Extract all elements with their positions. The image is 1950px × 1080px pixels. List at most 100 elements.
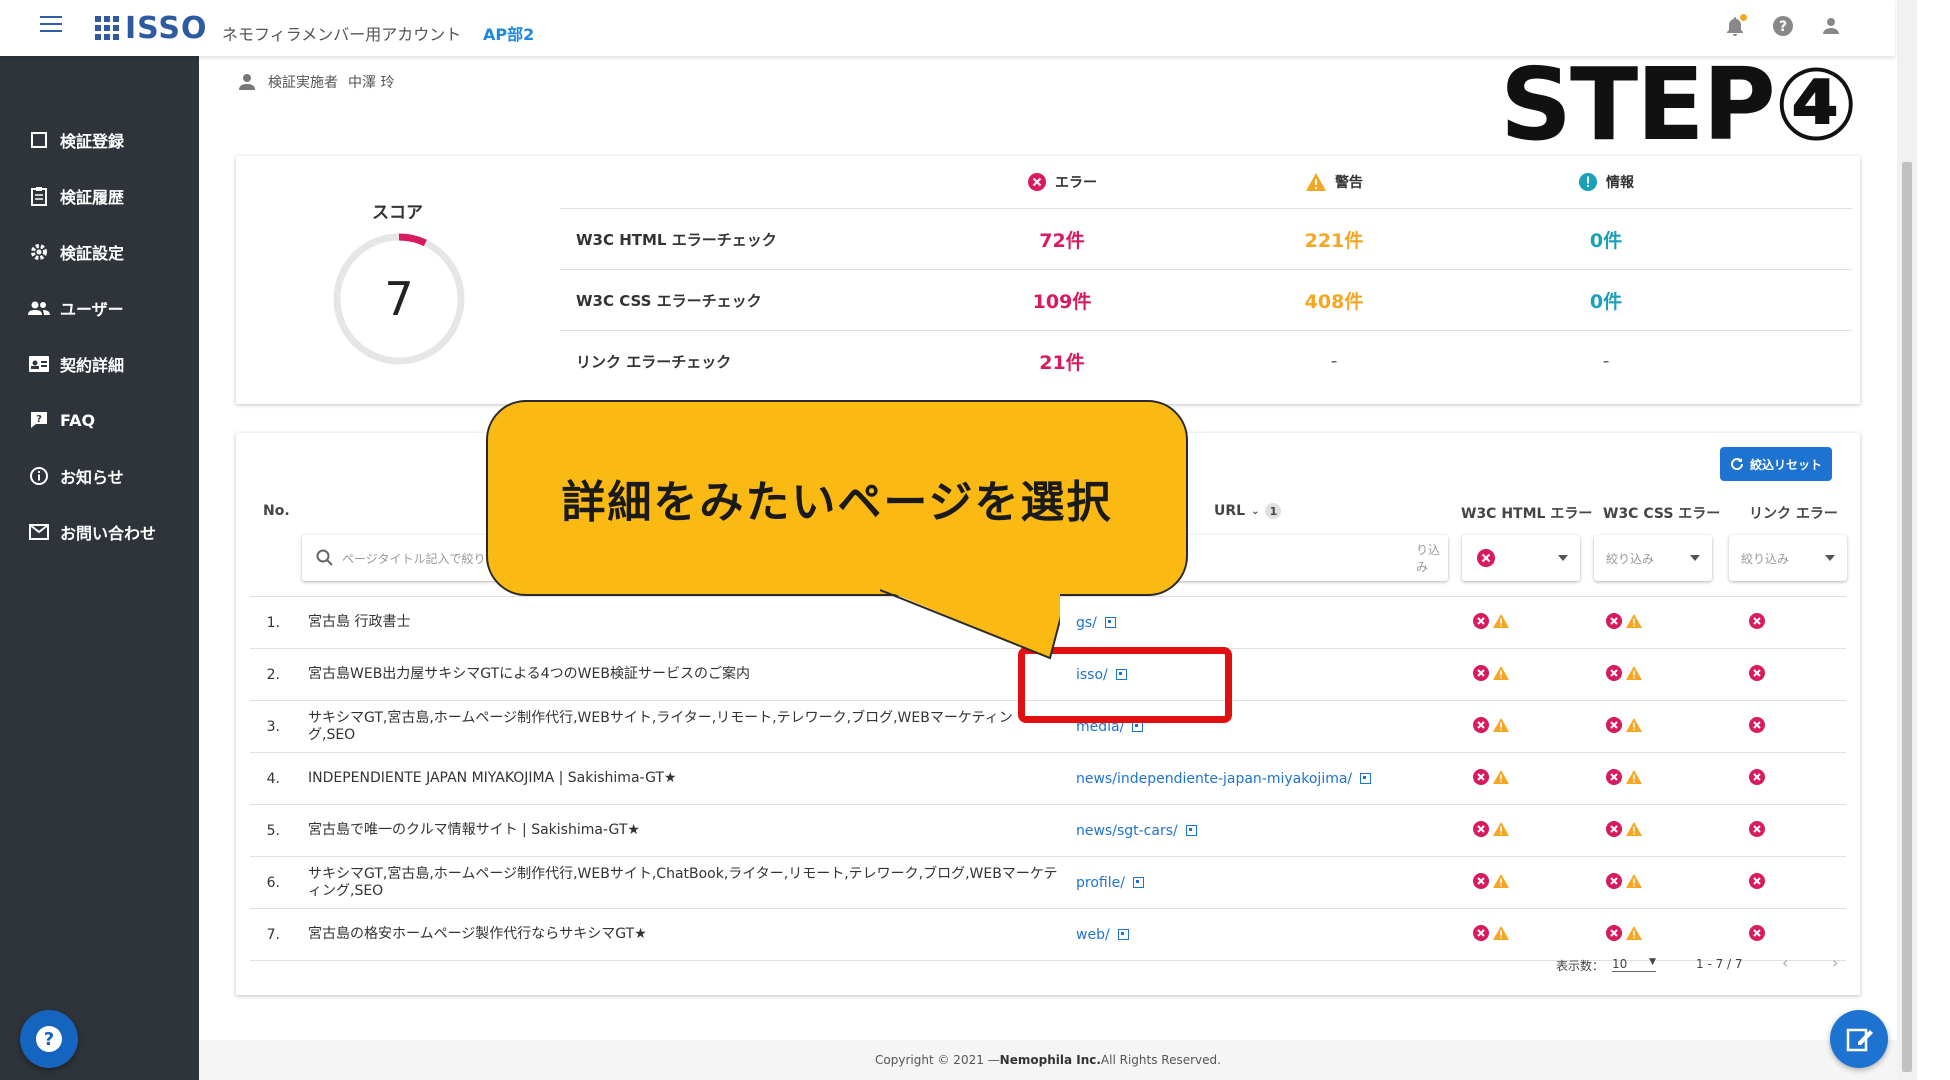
row-number: 7. [266,926,280,943]
row-title: サキシマGT,宮古島,ホームページ制作代行,WEBサイト,ライター,リモート,テ… [308,709,1013,743]
error-icon [1028,173,1046,191]
warning-icon [1625,925,1643,945]
sidebar-item-register[interactable]: 検証登録 [0,112,199,168]
error-icon [1748,768,1766,790]
prev-page-button[interactable]: ‹ [1782,953,1788,972]
step-label: STEP④ [1500,46,1859,163]
account-name: ネモフィラメンバー用アカウント [222,25,462,44]
svg-text:?: ? [44,1029,54,1050]
table-row[interactable]: 4. INDEPENDIENTE JAPAN MIYAKOJIMA | Sakis… [250,752,1846,804]
sidebar-item-contact[interactable]: お問い合わせ [0,504,199,560]
refresh-icon [1731,458,1743,471]
row-url-text: news/sgt-cars/ [1076,822,1178,839]
sidebar-item-faq[interactable]: ? FAQ [0,392,199,448]
clipboard-icon [28,185,50,207]
link-status [1748,768,1766,790]
error-icon [1605,768,1623,790]
row-url-link[interactable]: profile/ [1076,875,1144,891]
department-name: AP部2 [483,25,535,44]
html-status [1472,716,1510,738]
page-scrollbar[interactable] [1897,0,1917,1080]
error-icon [1748,924,1766,946]
summary-row-html: W3C HTML エラーチェック 72件 221件 0件 [560,209,1852,270]
link-status [1748,820,1766,842]
sidebar-item-settings[interactable]: 検証設定 [0,224,199,280]
sidebar-item-history[interactable]: 検証履歴 [0,168,199,224]
col-url-header[interactable]: URL ⌄ 1 [1214,503,1282,519]
error-count: 72件 [1039,229,1085,252]
app-logo[interactable]: ISSO [95,10,208,46]
sidebar-item-users[interactable]: ユーザー [0,280,199,336]
row-url-link[interactable]: web/ [1076,927,1129,943]
footer-suffix: All Rights Reserved. [1100,1053,1221,1067]
title-filter-placeholder: ページタイトル記入で絞り込み [342,551,510,566]
warning-icon [1492,821,1510,841]
warning-icon [1492,873,1510,893]
html-filter-select[interactable] [1462,535,1580,581]
error-header-label: エラー [1055,175,1097,191]
warning-count: 221件 [1304,229,1364,252]
row-number: 2. [266,666,280,683]
row-url-link[interactable]: news/sgt-cars/ [1076,823,1197,839]
row-title: サキシマGT,宮古島,ホームページ制作代行,WEBサイト,ChatBook,ライ… [308,865,1058,899]
logo-grid-icon [95,16,119,40]
summary-row-link: リンク エラーチェック 21件 - - [560,331,1852,391]
sort-arrow-icon: ⌄ [1251,505,1260,517]
row-url-link[interactable]: news/independiente-japan-miyakojima/ [1076,770,1372,787]
row-url-text: web/ [1076,926,1110,943]
error-icon [1748,872,1766,894]
person-icon [239,74,255,90]
error-icon [1472,612,1490,634]
next-page-button[interactable]: › [1832,953,1838,972]
link-status [1748,612,1766,634]
info-count: 0件 [1589,290,1623,313]
filter-reset-button[interactable]: 絞込リセット [1720,447,1832,481]
table-row[interactable]: 6. サキシマGT,宮古島,ホームページ制作代行,WEBサイト,ChatBook,… [250,856,1846,908]
gear-icon [28,241,50,263]
row-url-link[interactable]: gs/ [1076,615,1116,631]
row-number: 5. [266,822,280,839]
html-status [1472,924,1510,946]
css-filter-select[interactable]: 絞り込み [1594,535,1712,581]
sidebar-item-contract[interactable]: 契約詳細 [0,336,199,392]
pagination-range: 1 - 7 / 7 [1696,957,1743,971]
bell-icon[interactable] [1723,14,1747,38]
warning-count: - [1330,350,1338,372]
css-status [1605,612,1643,634]
html-status [1472,768,1510,790]
chevron-down-icon: ▼ [1649,957,1656,967]
sidebar-item-label: 契約詳細 [60,356,125,375]
css-status [1605,924,1643,946]
link-status [1748,716,1766,738]
table-row[interactable]: 7. 宮古島の格安ホームページ製作代行ならサキシマGT★ web/ [250,908,1846,961]
score-summary-card: スコア 7 エラー 警告 情報 W3C HTML エラーチェック 72件 221… [236,156,1860,404]
sidebar: 検証登録 検証履歴 検証設定 ユーザー 契約詳細 ? FAQ お知らせ お問い合 [0,56,199,1080]
html-status [1472,820,1510,842]
user-icon[interactable] [1819,14,1843,38]
question-icon: ? [36,1026,62,1052]
edit-fab-button[interactable] [1830,1010,1888,1068]
error-icon [1605,872,1623,894]
scrollbar-thumb[interactable] [1902,162,1912,1072]
link-status [1748,664,1766,686]
help-fab-button[interactable]: ? [20,1010,78,1068]
faq-icon: ? [28,409,50,431]
row-number: 1. [266,614,280,631]
callout-text: 詳細をみたいページを選択 [561,477,1113,528]
error-icon [1472,664,1490,686]
sidebar-item-news[interactable]: お知らせ [0,448,199,504]
link-status [1748,924,1766,946]
error-icon [1472,768,1490,790]
top-app-bar: ISSO ネモフィラメンバー用アカウント AP部2 ? [0,0,1895,56]
notification-dot [1740,14,1747,21]
help-icon[interactable]: ? [1771,14,1795,38]
info-count: - [1602,350,1610,372]
link-filter-select[interactable]: 絞り込み [1729,535,1847,581]
error-icon [1605,924,1623,946]
row-url-text: news/independiente-japan-miyakojima/ [1076,770,1353,787]
menu-icon[interactable] [40,16,62,34]
css-status [1605,768,1643,790]
per-page-select[interactable]: 10 ▼ [1612,957,1656,972]
table-row[interactable]: 5. 宮古島で唯一のクルマ情報サイト | Sakishima-GT★ news/sg… [250,804,1846,856]
css-status [1605,716,1643,738]
